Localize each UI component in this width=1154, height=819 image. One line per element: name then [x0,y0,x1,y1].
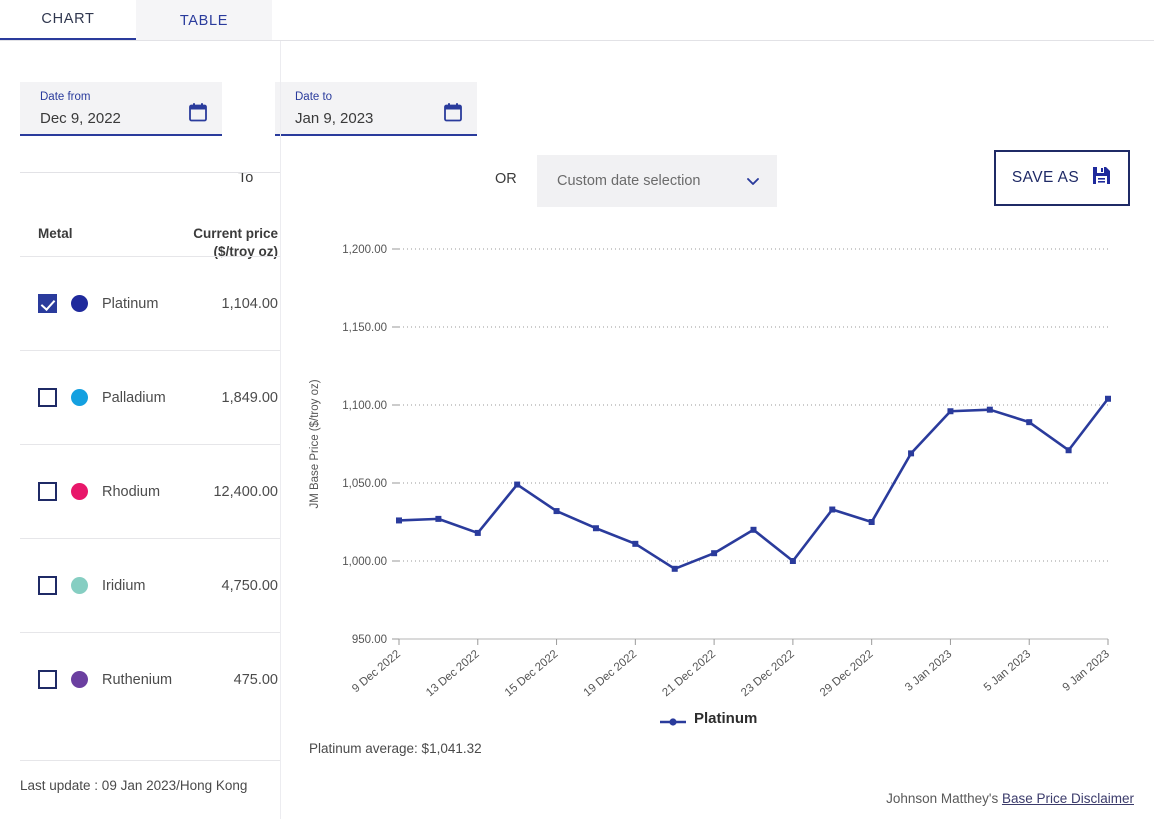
svg-text:1,200.00: 1,200.00 [342,244,387,256]
metal-checkbox-platinum[interactable] [38,294,57,313]
sidebar-bottom-divider [20,760,280,761]
tab-table-label: TABLE [180,13,228,29]
metal-name: Ruthenium [102,672,172,688]
svg-text:1,000.00: 1,000.00 [342,556,387,568]
svg-text:JM Base Price ($/troy oz): JM Base Price ($/troy oz) [309,379,321,508]
metal-name: Platinum [102,296,158,312]
tab-bar-divider [0,40,1154,41]
metal-color-swatch [71,389,88,406]
date-controls: Date from Dec 9, 2022 To Date to Jan 9, … [0,70,1154,155]
table-row[interactable]: Ruthenium 475.00 [20,632,280,726]
svg-text:1,100.00: 1,100.00 [342,400,387,412]
chart-legend: Platinum [660,710,757,727]
svg-text:23 Dec 2022: 23 Dec 2022 [739,648,797,699]
metal-price: 1,104.00 [222,296,278,312]
sidebar-chart-divider [280,41,281,819]
metal-color-swatch [71,483,88,500]
svg-text:5 Jan 2023: 5 Jan 2023 [982,648,1033,694]
date-to-label: Date to [295,90,467,104]
metal-checkbox-ruthenium[interactable] [38,670,57,689]
svg-text:9 Dec 2022: 9 Dec 2022 [350,648,403,695]
svg-text:1,050.00: 1,050.00 [342,478,387,490]
metal-selector-table: Metal Current price ($/troy oz) Platinum… [20,172,280,726]
metal-checkbox-iridium[interactable] [38,576,57,595]
svg-text:21 Dec 2022: 21 Dec 2022 [660,648,718,699]
metal-price: 1,849.00 [222,390,278,406]
date-from-label: Date from [40,90,212,104]
price-line-chart: 950.00 1,000.00 1,050.00 1,100.00 1,150.00 1,… [300,180,1154,740]
column-header-metal: Metal [38,226,73,241]
date-from-field[interactable]: Date from Dec 9, 2022 [20,82,222,136]
metal-table-header: Metal Current price ($/troy oz) [20,172,280,256]
chart-canvas: 950.00 1,000.00 1,050.00 1,100.00 1,150.00 1,… [300,180,1154,740]
svg-text:15 Dec 2022: 15 Dec 2022 [503,648,561,699]
metal-price: 12,400.00 [213,484,278,500]
metal-color-swatch [71,671,88,688]
svg-text:13 Dec 2022: 13 Dec 2022 [424,648,482,699]
svg-text:1,150.00: 1,150.00 [342,322,387,334]
table-row[interactable]: Iridium 4,750.00 [20,538,280,632]
svg-text:3 Jan 2023: 3 Jan 2023 [903,648,954,694]
tab-chart-label: CHART [41,11,94,27]
calendar-icon[interactable] [443,102,463,122]
disclaimer-prefix: Johnson Matthey's [886,791,1002,806]
svg-text:29 Dec 2022: 29 Dec 2022 [818,648,876,699]
metal-color-swatch [71,577,88,594]
metal-name: Palladium [102,390,166,406]
calendar-icon[interactable] [188,102,208,122]
metal-price: 475.00 [234,672,278,688]
legend-label-platinum: Platinum [694,710,757,727]
metal-name: Rhodium [102,484,160,500]
column-header-price: Current price [193,226,278,241]
metal-price: 4,750.00 [222,578,278,594]
tab-bar: CHART TABLE [0,0,1154,41]
last-update-text: Last update : 09 Jan 2023/Hong Kong [20,778,247,793]
svg-text:950.00: 950.00 [352,634,387,646]
legend-marker-platinum [660,714,686,724]
platinum-average-text: Platinum average: $1,041.32 [309,741,482,756]
base-price-disclaimer-link[interactable]: Base Price Disclaimer [1002,791,1134,806]
table-row[interactable]: Platinum 1,104.00 [20,256,280,350]
tab-chart[interactable]: CHART [0,0,136,41]
table-row[interactable]: Palladium 1,849.00 [20,350,280,444]
date-to-value: Jan 9, 2023 [295,106,467,131]
svg-text:9 Jan 2023: 9 Jan 2023 [1061,648,1112,694]
date-from-value: Dec 9, 2022 [40,106,212,131]
price-chart-page: CHART TABLE Date from Dec 9, 2022 To Dat… [0,0,1154,819]
metal-checkbox-palladium[interactable] [38,388,57,407]
date-to-field[interactable]: Date to Jan 9, 2023 [275,82,477,136]
tab-table[interactable]: TABLE [136,0,272,41]
table-row[interactable]: Rhodium 12,400.00 [20,444,280,538]
metal-checkbox-rhodium[interactable] [38,482,57,501]
metal-color-swatch [71,295,88,312]
metal-name: Iridium [102,578,146,594]
svg-text:19 Dec 2022: 19 Dec 2022 [582,648,640,699]
disclaimer-text: Johnson Matthey's Base Price Disclaimer [886,791,1134,806]
